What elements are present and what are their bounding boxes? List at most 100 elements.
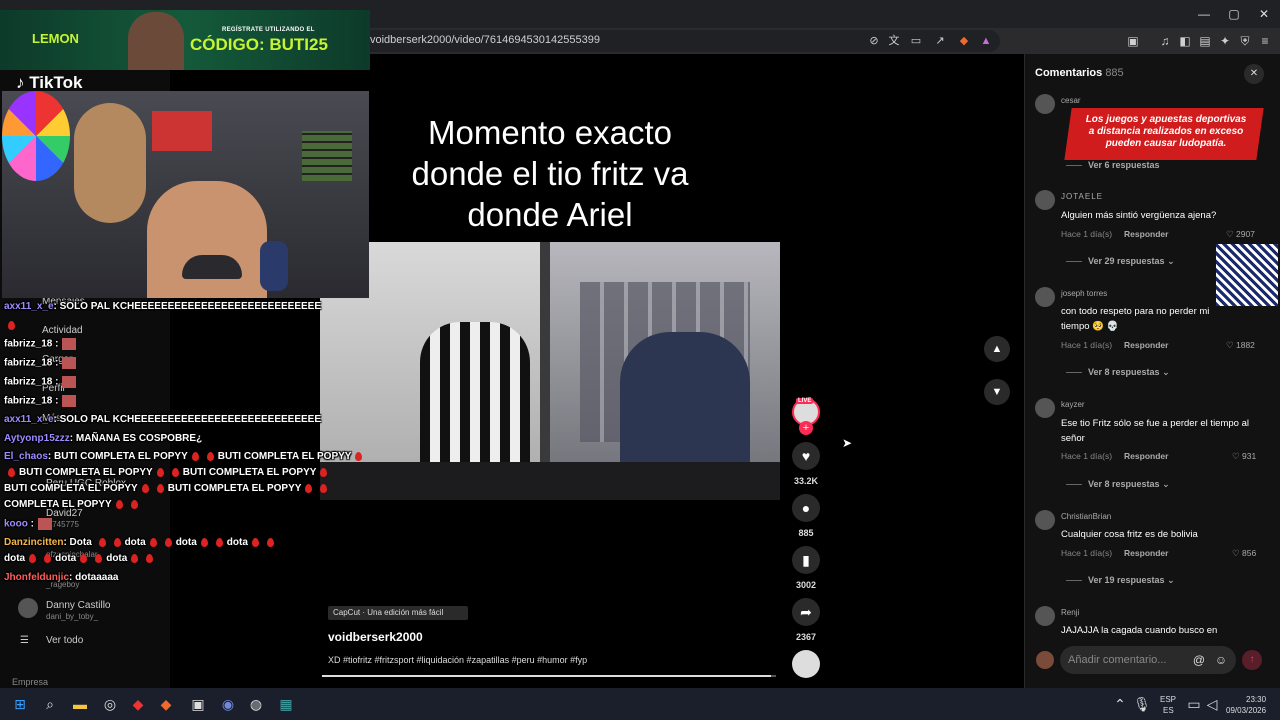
clock-date[interactable]: 09/03/2026	[1226, 706, 1266, 715]
avatar[interactable]	[1035, 287, 1055, 307]
see-all-link[interactable]: Ver todo	[46, 635, 83, 646]
avatar[interactable]	[1035, 190, 1055, 210]
avatar[interactable]	[1035, 606, 1055, 626]
clock-time[interactable]: 23:30	[1246, 695, 1266, 704]
follow-button[interactable]: +	[799, 421, 813, 435]
file-explorer-icon[interactable]: ▬	[70, 694, 90, 714]
avatar[interactable]	[1035, 398, 1055, 418]
reply-button[interactable]: Responder	[1124, 340, 1168, 350]
video-author[interactable]: voidberserk2000	[328, 630, 423, 644]
close-comments-button[interactable]: ✕	[1244, 64, 1264, 84]
maximize-button[interactable]: ▢	[1222, 5, 1246, 23]
windows-start-icon[interactable]: ⊞	[10, 694, 30, 714]
view-replies[interactable]: Ver 6 respuestas	[1066, 160, 1160, 170]
view-replies[interactable]: Ver 19 respuestas ⌄	[1066, 575, 1175, 586]
url-text[interactable]: voidberserk2000/video/761469453014255539…	[370, 34, 600, 46]
music-disc-icon[interactable]	[792, 650, 820, 678]
chat-message: fabrizz_18 :	[4, 357, 77, 369]
view-replies[interactable]: Ver 8 respuestas ⌄	[1066, 367, 1170, 378]
translate-icon[interactable]: 文	[886, 33, 902, 49]
view-replies[interactable]: Ver 29 respuestas ⌄	[1066, 256, 1175, 267]
avatar[interactable]	[1035, 94, 1055, 114]
sidebar-toggle-icon[interactable]: ◧	[1176, 32, 1194, 50]
comment-likes[interactable]: ♡ 856	[1232, 548, 1256, 559]
obs-icon[interactable]: ◍	[246, 694, 266, 714]
reply-button[interactable]: Responder	[1124, 229, 1168, 239]
reply-button[interactable]: Responder	[1124, 451, 1168, 461]
capcut-badge[interactable]: CapCut · Una edición más fácil	[328, 606, 468, 620]
music-icon[interactable]: ♫	[1156, 32, 1174, 50]
cast-icon[interactable]: ▭	[908, 33, 924, 49]
brave-browser-icon[interactable]: ◆	[156, 694, 176, 714]
following-name[interactable]: Danny Castillo	[46, 600, 110, 611]
reply-button[interactable]: Responder	[1124, 548, 1168, 558]
footer-business[interactable]: Empresa	[12, 677, 48, 687]
view-replies-label: Ver 19 respuestas	[1088, 575, 1165, 585]
discord-icon[interactable]: ◉	[218, 694, 238, 714]
close-window-button[interactable]: ✕	[1252, 5, 1276, 23]
steam-icon[interactable]: ◎	[100, 694, 120, 714]
video-player[interactable]	[320, 242, 780, 500]
xbox-icon[interactable]: ▣	[188, 694, 208, 714]
comment-text: con todo respeto para no perder mi tiemp…	[1061, 306, 1210, 332]
comment-user[interactable]: cesar	[1061, 96, 1081, 105]
comment-likes[interactable]: ♡ 1882	[1226, 340, 1255, 351]
comment-text: Ese tio Fritz sólo se fue a perder el ti…	[1061, 418, 1249, 444]
post-comment-button[interactable]: ↑	[1242, 650, 1262, 670]
share-icon[interactable]: ↗	[932, 33, 948, 49]
search-icon[interactable]: ⌕	[40, 694, 60, 714]
save-button[interactable]: ▮	[792, 546, 820, 574]
comment-count: 885	[798, 528, 814, 538]
microphone-icon[interactable]: 🎙	[1132, 694, 1152, 714]
emoji-icon[interactable]: ☺	[1213, 653, 1229, 667]
blood-drop-icon	[8, 320, 15, 330]
rewards-icon[interactable]: ▲	[978, 33, 994, 49]
comment-user[interactable]: JOTAELE	[1061, 192, 1103, 201]
brave-shield-icon[interactable]: ◆	[956, 33, 972, 49]
reader-icon[interactable]: ⊘	[866, 33, 882, 49]
my-avatar[interactable]	[1036, 651, 1054, 669]
comment-time: Hace 1 día(s)	[1061, 229, 1113, 239]
comment-user[interactable]: joseph torres	[1061, 289, 1107, 298]
menu-icon[interactable]: ≡	[1256, 32, 1274, 50]
comment-likes[interactable]: ♡ 2907	[1226, 229, 1255, 240]
mention-icon[interactable]: @	[1191, 653, 1207, 667]
comment-like-count: 1882	[1235, 340, 1255, 350]
emote-icon	[62, 357, 77, 369]
previous-video-button[interactable]: ▲	[984, 336, 1010, 362]
keyboard-layout[interactable]: ES	[1163, 706, 1174, 715]
tiktok-logo: ♪ TikTok	[16, 73, 83, 92]
next-video-button[interactable]: ▼	[984, 379, 1010, 405]
comment-user[interactable]: Renji	[1061, 608, 1079, 617]
chat-text: : SOLO PAL KCHEEEEEEEEEEEEEEEEEEEEEEEEEE…	[53, 301, 322, 312]
chat-user: axx11_x_e	[4, 414, 54, 425]
sidebar-item-activity[interactable]: Actividad	[42, 325, 83, 336]
comment-likes[interactable]: ♡ 931	[1232, 451, 1256, 462]
network-icon[interactable]: ▭	[1184, 694, 1204, 714]
view-replies-label: Ver 6 respuestas	[1088, 160, 1160, 170]
video-progress-bar[interactable]	[322, 675, 776, 677]
avatar[interactable]	[1035, 510, 1055, 530]
view-replies[interactable]: Ver 8 respuestas ⌄	[1066, 479, 1170, 490]
address-bar[interactable]: voidberserk2000/video/761469453014255539…	[360, 30, 1000, 52]
comment-icon: ●	[801, 500, 811, 516]
minimize-button[interactable]: —	[1192, 5, 1216, 23]
share-button[interactable]: ➦	[792, 598, 820, 626]
app-icon[interactable]: ◆	[128, 694, 148, 714]
leo-icon[interactable]: ✦	[1216, 32, 1234, 50]
calculator-icon[interactable]: ▦	[276, 694, 296, 714]
sponsor-photo	[128, 12, 184, 70]
comment-user[interactable]: kayzer	[1061, 400, 1085, 409]
gambling-warning-text: Los juegos y apuestas deportivas a dista…	[1085, 114, 1247, 149]
chat-text: : MAÑANA ES COSPOBRE¿	[69, 433, 203, 444]
wallet-icon[interactable]: ▤	[1196, 32, 1214, 50]
volume-icon[interactable]: ◁	[1202, 694, 1222, 714]
avatar[interactable]	[18, 598, 38, 618]
comment-button[interactable]: ●	[792, 494, 820, 522]
like-button[interactable]: ♥	[792, 442, 820, 470]
tray-chevron-up-icon[interactable]: ⌃	[1110, 694, 1130, 714]
comment-user[interactable]: ChristianBrian	[1061, 512, 1111, 521]
vpn-icon[interactable]: ⛨	[1236, 32, 1254, 50]
language-code[interactable]: ESP	[1160, 695, 1176, 704]
screenshot-icon[interactable]: ▣	[1124, 32, 1142, 50]
